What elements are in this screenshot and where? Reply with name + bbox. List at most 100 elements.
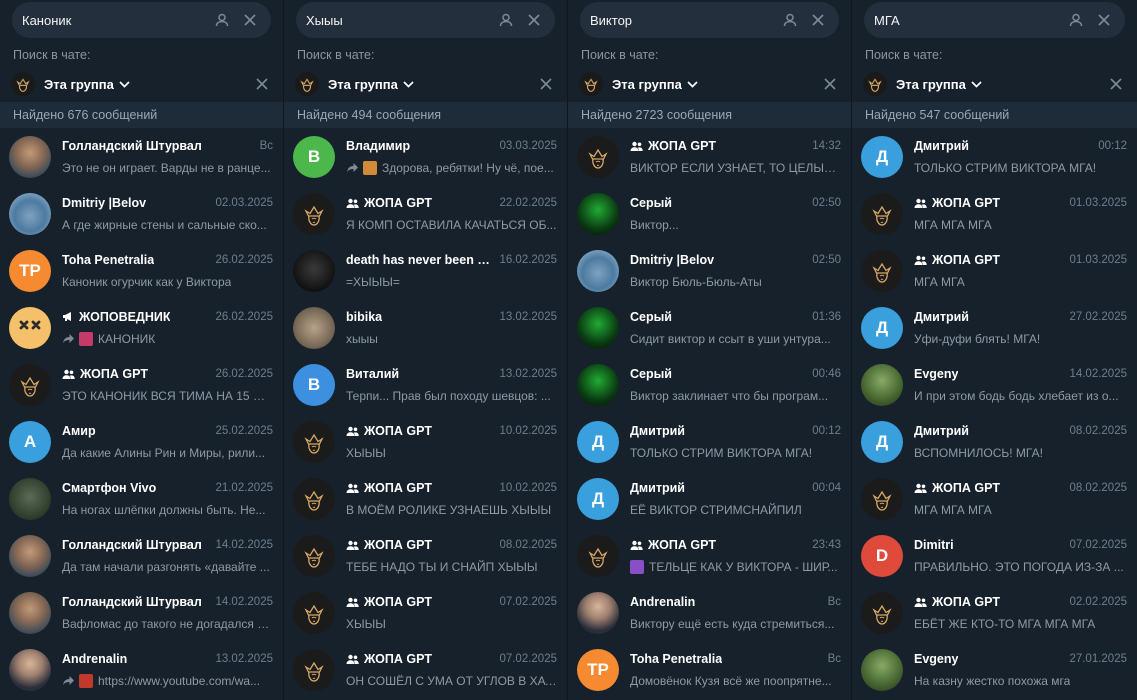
- group-icon: [346, 654, 359, 664]
- chat-scope-label[interactable]: Эта группа: [612, 77, 682, 92]
- result-header: death has never been m... 16.02.2025: [346, 251, 557, 269]
- result-item[interactable]: ЖОПА GPT 02.02.2025 ЕБЁТ ЖЕ КТО-ТО МГА МГА…: [852, 584, 1137, 641]
- result-item[interactable]: Д Дмитрий 27.02.2025 Уфи-дуфи блять! МГА!: [852, 299, 1137, 356]
- clear-search-icon[interactable]: [523, 9, 545, 31]
- chevron-down-icon[interactable]: [971, 80, 982, 88]
- chat-scope-selector[interactable]: Эта группа: [852, 66, 1137, 102]
- search-query[interactable]: Хыыы: [306, 13, 489, 28]
- sender-name-text: ЖОПОВЕДНИК: [79, 309, 171, 324]
- result-item[interactable]: Evgeny 14.02.2025 И при этом бодь бодь хле…: [852, 356, 1137, 413]
- filter-user-icon[interactable]: [1065, 9, 1087, 31]
- result-item[interactable]: Evgeny 27.01.2025 На казну жестко похожа м…: [852, 641, 1137, 698]
- result-header: Голландский Штурвал 14.02.2025: [62, 536, 273, 554]
- result-item[interactable]: ЖОПА GPT 10.02.2025 В МОЁМ РОЛИКЕ УЗНАЕШЬ …: [284, 470, 567, 527]
- result-item[interactable]: ЖОПА GPT 08.02.2025 МГА МГА МГА: [852, 470, 1137, 527]
- filter-user-icon[interactable]: [211, 9, 233, 31]
- result-item[interactable]: bibika 13.02.2025 хыыы: [284, 299, 567, 356]
- result-item[interactable]: Серый 02:50 Виктор...: [568, 185, 851, 242]
- result-item[interactable]: Д Дмитрий 00:12 ТОЛЬКО СТРИМ ВИКТОРА МГА!: [568, 413, 851, 470]
- result-item[interactable]: death has never been m... 16.02.2025 =ХЫЫЫ…: [284, 242, 567, 299]
- avatar: Д: [577, 420, 619, 463]
- chat-scope-label[interactable]: Эта группа: [328, 77, 398, 92]
- result-item[interactable]: В Виталий 13.02.2025 Терпи... Прав был похо…: [284, 356, 567, 413]
- result-item[interactable]: ЖОПОВЕДНИК 26.02.2025 КАНОНИК: [0, 299, 283, 356]
- clear-search-icon[interactable]: [239, 9, 261, 31]
- result-item[interactable]: ЖОПА GPT 01.03.2025 МГА МГА: [852, 242, 1137, 299]
- message-text: МГА МГА: [914, 274, 965, 289]
- chat-scope-selector[interactable]: Эта группа: [284, 66, 567, 102]
- result-item[interactable]: Смартфон Vivo 21.02.2025 На ногах шлёпки д…: [0, 470, 283, 527]
- result-item[interactable]: Серый 01:36 Сидит виктор и ссыт в уши унту…: [568, 299, 851, 356]
- result-item[interactable]: Andrenalin 13.02.2025 https://www.youtube.…: [0, 641, 283, 698]
- chat-scope-label[interactable]: Эта группа: [896, 77, 966, 92]
- close-scope-icon[interactable]: [819, 73, 841, 95]
- result-content: ЖОПА GPT 22.02.2025 Я КОМП ОСТАВИЛА КАЧАТЬ…: [346, 194, 557, 234]
- result-item[interactable]: ЖОПА GPT 01.03.2025 МГА МГА МГА: [852, 185, 1137, 242]
- avatar: [577, 249, 619, 292]
- message-preview: ХЫЫЫ: [346, 615, 557, 633]
- result-item[interactable]: Голландский Штурвал Вс Это не он играет. В…: [0, 128, 283, 185]
- search-input[interactable]: Хыыы: [296, 2, 555, 38]
- chevron-down-icon[interactable]: [119, 80, 130, 88]
- result-item[interactable]: TP Toha Penetralia 26.02.2025 Каноник огурч…: [0, 242, 283, 299]
- message-preview: Да там начали разгонять «давайте ...: [62, 558, 273, 576]
- result-item[interactable]: TP Toha Penetralia Вс Домовёнок Кузя всё же…: [568, 641, 851, 698]
- result-item[interactable]: D Dimitri 07.02.2025 ПРАВИЛЬНО. ЭТО ПОГОДА …: [852, 527, 1137, 584]
- result-item[interactable]: Д Дмитрий 00:12 ТОЛЬКО СТРИМ ВИКТОРА МГА!: [852, 128, 1137, 185]
- chevron-down-icon[interactable]: [687, 80, 698, 88]
- message-date: 16.02.2025: [499, 253, 557, 266]
- result-item[interactable]: ЖОПА GPT 10.02.2025 ХЫЫЫ: [284, 413, 567, 470]
- group-icon: [630, 141, 643, 151]
- close-scope-icon[interactable]: [1105, 73, 1127, 95]
- clear-search-icon[interactable]: [1093, 9, 1115, 31]
- result-item[interactable]: ЖОПА GPT 07.02.2025 ОН СОШЁЛ С УМА ОТ УГЛО…: [284, 641, 567, 698]
- search-input[interactable]: Каноник: [12, 2, 271, 38]
- chat-scope-selector[interactable]: Эта группа: [568, 66, 851, 102]
- result-header: Dmitriy |Belov 02:50: [630, 251, 841, 269]
- result-item[interactable]: ЖОПА GPT 08.02.2025 ТЕБЕ НАДО ТЫ И СНАЙП Х…: [284, 527, 567, 584]
- sender-name-text: Голландский Штурвал: [62, 537, 202, 552]
- result-content: ЖОПА GPT 07.02.2025 ОН СОШЁЛ С УМА ОТ УГЛО…: [346, 650, 557, 690]
- sender-name: Дмитрий: [914, 310, 1061, 324]
- close-scope-icon[interactable]: [251, 73, 273, 95]
- result-item[interactable]: Andrenalin Вс Виктору ещё есть куда стреми…: [568, 584, 851, 641]
- message-text: Да какие Алины Рин и Миры, рили...: [62, 445, 266, 460]
- result-item[interactable]: ЖОПА GPT 26.02.2025 ЭТО КАНОНИК ВСЯ ТИМА Н…: [0, 356, 283, 413]
- sender-name: Голландский Штурвал: [62, 538, 207, 552]
- result-item[interactable]: Д Дмитрий 08.02.2025 ВСПОМНИЛОСЬ! МГА!: [852, 413, 1137, 470]
- sender-name: ЖОПА GPT: [346, 652, 491, 666]
- result-item[interactable]: Голландский Штурвал 14.02.2025 Да там нача…: [0, 527, 283, 584]
- group-icon: [914, 198, 927, 208]
- search-query[interactable]: МГА: [874, 13, 1059, 28]
- message-date: 26.02.2025: [215, 367, 273, 380]
- result-item[interactable]: Dmitriy |Belov 02:50 Виктор Бюль-Бюль-Аты: [568, 242, 851, 299]
- result-item[interactable]: ЖОПА GPT 23:43 ТЕЛЬЦЕ КАК У ВИКТОРА - ШИР.…: [568, 527, 851, 584]
- search-query[interactable]: Виктор: [590, 13, 773, 28]
- search-query[interactable]: Каноник: [22, 13, 205, 28]
- search-input[interactable]: Виктор: [580, 2, 839, 38]
- message-text: Я КОМП ОСТАВИЛА КАЧАТЬСЯ ОБ...: [346, 217, 557, 232]
- filter-user-icon[interactable]: [495, 9, 517, 31]
- close-scope-icon[interactable]: [535, 73, 557, 95]
- result-item[interactable]: ЖОПА GPT 07.02.2025 ХЫЫЫ: [284, 584, 567, 641]
- result-item[interactable]: Серый 00:46 Виктор заклинает что бы програ…: [568, 356, 851, 413]
- chat-scope-label[interactable]: Эта группа: [44, 77, 114, 92]
- message-preview: МГА МГА МГА: [914, 216, 1127, 234]
- clear-search-icon[interactable]: [807, 9, 829, 31]
- result-item[interactable]: Д Дмитрий 00:04 ЕЁ ВИКТОР СТРИМСНАЙПИЛ: [568, 470, 851, 527]
- chevron-down-icon[interactable]: [403, 80, 414, 88]
- result-item[interactable]: Dmitriy |Belov 02.03.2025 А где жирные сте…: [0, 185, 283, 242]
- message-date: 13.02.2025: [499, 367, 557, 380]
- result-item[interactable]: А Амир 25.02.2025 Да какие Алины Рин и Миры…: [0, 413, 283, 470]
- filter-user-icon[interactable]: [779, 9, 801, 31]
- result-content: ЖОПА GPT 02.02.2025 ЕБЁТ ЖЕ КТО-ТО МГА МГА…: [914, 593, 1127, 633]
- result-item[interactable]: ЖОПА GPT 14:32 ВИКТОР ЕСЛИ УЗНАЕТ, ТО ЦЕЛЫ…: [568, 128, 851, 185]
- result-item[interactable]: Голландский Штурвал 14.02.2025 Вафломас до…: [0, 584, 283, 641]
- forward-icon: [346, 162, 359, 173]
- result-header: ЖОПА GPT 07.02.2025: [346, 593, 557, 611]
- chat-scope-selector[interactable]: Эта группа: [0, 66, 283, 102]
- avatar: [293, 591, 335, 634]
- result-item[interactable]: В Владимир 03.03.2025 Здорова, ребятки! Ну …: [284, 128, 567, 185]
- search-input[interactable]: МГА: [864, 2, 1125, 38]
- result-item[interactable]: ЖОПА GPT 22.02.2025 Я КОМП ОСТАВИЛА КАЧАТЬ…: [284, 185, 567, 242]
